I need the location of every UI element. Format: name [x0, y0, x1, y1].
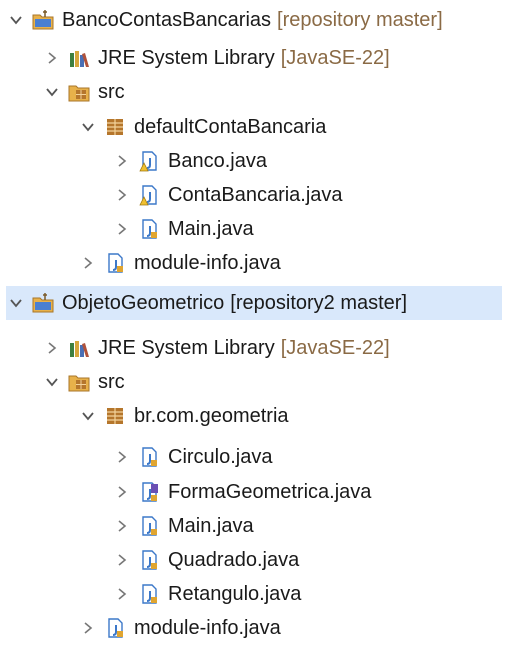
- module-info-row[interactable]: module-info.java: [78, 611, 281, 645]
- package-icon: [104, 116, 126, 138]
- src-folder-row[interactable]: src: [42, 75, 125, 109]
- chevron-down-icon[interactable]: [42, 82, 62, 102]
- package-row[interactable]: defaultContaBancaria: [78, 110, 326, 144]
- package-label: br.com.geometria: [134, 404, 289, 427]
- chevron-right-icon[interactable]: [42, 48, 62, 68]
- source-folder-icon: [68, 81, 90, 103]
- java-file-row[interactable]: Main.java: [112, 212, 254, 246]
- chevron-right-icon[interactable]: [78, 253, 98, 273]
- java-file-warning-icon: [138, 184, 160, 206]
- jre-version: [JavaSE-22]: [280, 336, 390, 359]
- file-name: FormaGeometrica.java: [168, 480, 372, 503]
- chevron-right-icon[interactable]: [112, 185, 132, 205]
- jre-label: JRE System Library: [98, 46, 275, 69]
- jre-library-row[interactable]: JRE System Library [JavaSE-22]: [42, 41, 390, 75]
- jre-label: JRE System Library: [98, 336, 275, 359]
- chevron-right-icon[interactable]: [42, 338, 62, 358]
- src-folder-row[interactable]: src: [42, 365, 125, 399]
- java-file-icon: [104, 252, 126, 274]
- chevron-right-icon[interactable]: [112, 584, 132, 604]
- jre-library-row[interactable]: JRE System Library [JavaSE-22]: [42, 331, 390, 365]
- java-file-row[interactable]: Circulo.java: [112, 440, 272, 474]
- java-file-row[interactable]: Main.java: [112, 509, 254, 543]
- jre-version: [JavaSE-22]: [280, 46, 390, 69]
- chevron-right-icon[interactable]: [112, 550, 132, 570]
- chevron-right-icon[interactable]: [112, 447, 132, 467]
- file-name: ContaBancaria.java: [168, 183, 343, 206]
- chevron-right-icon[interactable]: [78, 618, 98, 638]
- project-name: BancoContasBancarias: [62, 8, 272, 31]
- java-file-icon: [138, 515, 160, 537]
- file-name: module-info.java: [134, 616, 281, 639]
- file-name: Main.java: [168, 514, 254, 537]
- library-icon: [68, 337, 90, 359]
- project-name: ObjetoGeometrico: [62, 291, 225, 314]
- file-name: module-info.java: [134, 251, 281, 274]
- package-explorer-tree: BancoContasBancarias [repository master]…: [0, 0, 528, 648]
- chevron-down-icon[interactable]: [78, 406, 98, 426]
- java-file-icon: [138, 549, 160, 571]
- repository-decoration: [repository2 master]: [230, 291, 408, 314]
- chevron-down-icon[interactable]: [6, 10, 26, 30]
- chevron-right-icon[interactable]: [112, 151, 132, 171]
- chevron-down-icon[interactable]: [42, 372, 62, 392]
- java-file-row[interactable]: Banco.java: [112, 144, 267, 178]
- project-icon: [32, 292, 54, 314]
- file-name: Circulo.java: [168, 445, 273, 468]
- src-label: src: [98, 80, 125, 103]
- chevron-right-icon[interactable]: [112, 516, 132, 536]
- package-row[interactable]: br.com.geometria: [78, 399, 289, 433]
- file-name: Quadrado.java: [168, 548, 300, 571]
- interface-file-icon: [138, 481, 160, 503]
- file-name: Banco.java: [168, 149, 267, 172]
- java-file-icon: [138, 218, 160, 240]
- java-file-row[interactable]: Retangulo.java: [112, 577, 301, 611]
- project-row-objeto[interactable]: ObjetoGeometrico [repository2 master]: [6, 286, 502, 320]
- source-folder-icon: [68, 371, 90, 393]
- java-file-row[interactable]: FormaGeometrica.java: [112, 475, 371, 509]
- chevron-down-icon[interactable]: [78, 117, 98, 137]
- package-label: defaultContaBancaria: [134, 115, 327, 138]
- java-file-row[interactable]: ContaBancaria.java: [112, 178, 343, 212]
- java-file-icon: [138, 446, 160, 468]
- library-icon: [68, 47, 90, 69]
- java-file-row[interactable]: Quadrado.java: [112, 543, 299, 577]
- repository-decoration: [repository master]: [277, 8, 443, 31]
- module-info-row[interactable]: module-info.java: [78, 246, 281, 280]
- java-file-icon: [138, 583, 160, 605]
- package-icon: [104, 405, 126, 427]
- file-name: Main.java: [168, 217, 254, 240]
- project-icon: [32, 9, 54, 31]
- java-file-icon: [104, 617, 126, 639]
- file-name: Retangulo.java: [168, 582, 302, 605]
- chevron-right-icon[interactable]: [112, 219, 132, 239]
- src-label: src: [98, 370, 125, 393]
- java-file-warning-icon: [138, 150, 160, 172]
- project-row-banco[interactable]: BancoContasBancarias [repository master]: [6, 3, 443, 37]
- chevron-right-icon[interactable]: [112, 482, 132, 502]
- chevron-down-icon[interactable]: [6, 293, 26, 313]
